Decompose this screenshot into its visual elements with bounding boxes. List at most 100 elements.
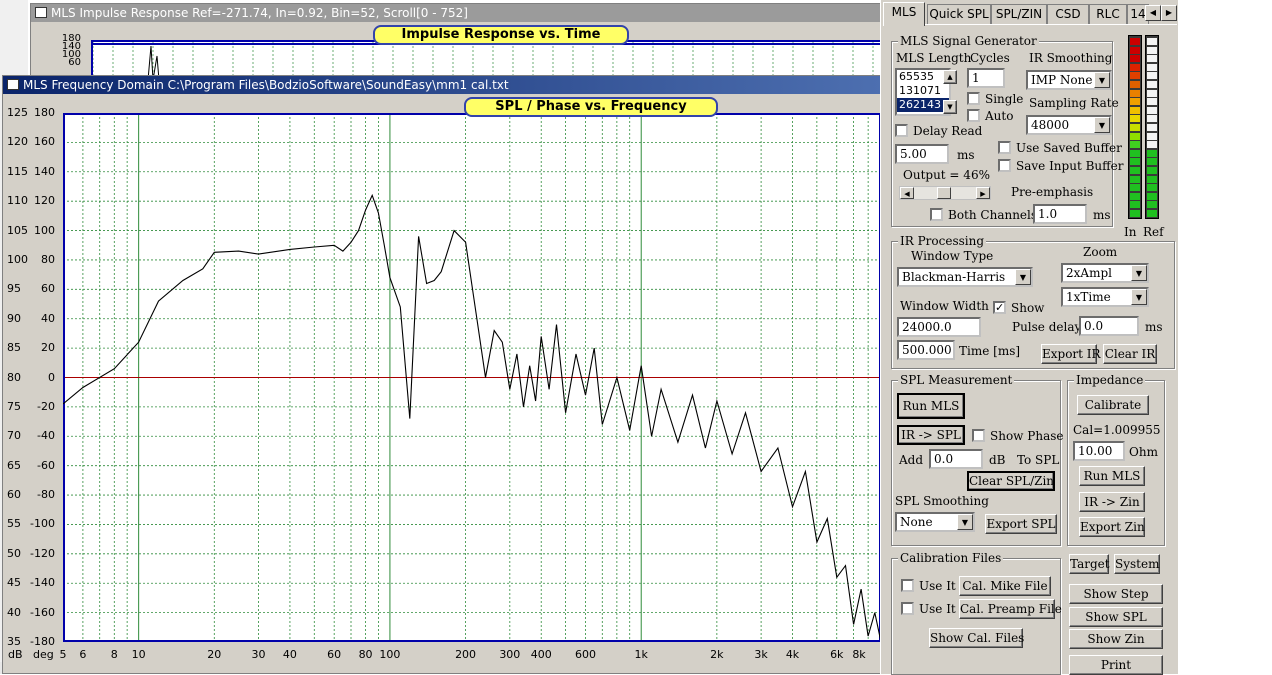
show-phase-label: Show Phase: [990, 429, 1064, 443]
calibrate-button[interactable]: Calibrate: [1077, 395, 1149, 415]
chevron-down-icon[interactable]: ▼: [1015, 269, 1031, 285]
impedance-ohm-input[interactable]: 10.00: [1073, 441, 1125, 461]
chevron-down-icon[interactable]: ▼: [1131, 289, 1147, 305]
db-axis-label: 125: [7, 106, 28, 119]
cal-mike-file-button[interactable]: Cal. Mike File: [959, 576, 1051, 596]
meter-segment: [1147, 158, 1157, 166]
pulse-delay-input[interactable]: 0.0: [1079, 316, 1139, 336]
zoom-amplitude-value: 2xAmpl: [1066, 266, 1112, 280]
sampling-rate-select[interactable]: 48000 ▼: [1026, 115, 1112, 135]
chevron-down-icon[interactable]: ▼: [1094, 117, 1110, 133]
input-level-meter: [1128, 35, 1142, 219]
window-type-select[interactable]: Blackman-Harris ▼: [897, 267, 1033, 287]
tab-scroll-left-icon[interactable]: ◀: [1145, 5, 1161, 21]
chevron-down-icon[interactable]: ▼: [1094, 72, 1110, 88]
show-step-button[interactable]: Show Step: [1069, 584, 1163, 604]
meter-segment: [1130, 192, 1140, 200]
impulse-plot-area[interactable]: [91, 40, 881, 77]
impulse-response-window[interactable]: MLS Impulse Response Ref=-271.74, In=0.9…: [30, 3, 882, 78]
frequency-domain-window[interactable]: MLS Frequency Domain C:\Program Files\Bo…: [2, 75, 882, 674]
tab-scroll-right-icon[interactable]: ▶: [1161, 5, 1177, 21]
window-width-input[interactable]: 24000.0: [897, 317, 981, 337]
use-mike-cal-checkbox[interactable]: [901, 579, 914, 592]
meter-segment: [1130, 46, 1140, 54]
meter-in-label: In: [1124, 225, 1137, 239]
spl-smoothing-select[interactable]: None ▼: [895, 512, 975, 532]
save-input-buffer-checkbox[interactable]: [998, 159, 1011, 172]
meter-segment: [1130, 141, 1140, 149]
chevron-down-icon[interactable]: ▼: [1131, 265, 1147, 281]
mls-control-panel: MLS Quick SPL SPL/ZIN CSD RLC 14 ◀ ▶ MLS…: [880, 0, 1178, 675]
phase-axis-label: 80: [41, 252, 55, 266]
mls-length-option-selected[interactable]: 262143: [897, 98, 949, 112]
db-axis-label: 70: [7, 429, 21, 443]
db-axis-label: 110: [7, 194, 28, 208]
clear-ir-button[interactable]: Clear IR: [1103, 344, 1157, 364]
ir-to-zin-button[interactable]: IR -> Zin: [1079, 492, 1145, 512]
chevron-down-icon[interactable]: ▼: [957, 514, 973, 530]
time-input[interactable]: 500.000: [897, 340, 955, 360]
show-cal-files-button[interactable]: Show Cal. Files: [929, 628, 1024, 648]
meter-segment: [1130, 72, 1140, 80]
zoom-time-select[interactable]: 1xTime ▼: [1061, 287, 1149, 307]
frequency-axis-label: 1k: [634, 648, 648, 661]
cal-preamp-file-button[interactable]: Cal. Preamp File: [959, 599, 1062, 619]
delay-read-checkbox[interactable]: [895, 124, 908, 137]
use-saved-buffer-checkbox[interactable]: [998, 141, 1011, 154]
meter-segment: [1147, 115, 1157, 123]
system-button[interactable]: System: [1114, 554, 1160, 574]
tab-csd[interactable]: CSD: [1047, 4, 1089, 24]
ir-to-spl-button[interactable]: IR -> SPL: [897, 425, 965, 445]
add-db-input[interactable]: 0.0: [929, 449, 983, 469]
phase-axis-label: 160: [34, 135, 55, 149]
db-unit-label: dB: [8, 648, 23, 661]
tab-spl-zin[interactable]: SPL/ZIN: [991, 4, 1047, 24]
ir-smoothing-select[interactable]: IMP None ▼: [1026, 70, 1112, 90]
pre-emphasis-input[interactable]: 1.0: [1033, 204, 1087, 224]
meter-segment: [1147, 89, 1157, 97]
db-axis-label: 45: [7, 576, 21, 590]
impulse-window-titlebar[interactable]: MLS Impulse Response Ref=-271.74, In=0.9…: [31, 4, 881, 22]
db-axis-label: 60: [7, 488, 21, 502]
slider-right-arrow-icon[interactable]: ▶: [976, 187, 990, 199]
show-zin-button[interactable]: Show Zin: [1069, 629, 1163, 649]
mls-length-option[interactable]: 65535: [897, 70, 949, 84]
tab-rlc[interactable]: RLC: [1089, 4, 1127, 24]
meter-segment: [1130, 158, 1140, 166]
show-spl-button[interactable]: Show SPL: [1069, 607, 1163, 627]
run-mls-impedance-button[interactable]: Run MLS: [1079, 466, 1145, 486]
delay-input[interactable]: 5.00: [895, 144, 949, 164]
single-checkbox[interactable]: [967, 92, 980, 105]
use-preamp-cal-checkbox[interactable]: [901, 602, 914, 615]
target-button[interactable]: Target: [1069, 554, 1110, 574]
zoom-amplitude-select[interactable]: 2xAmpl ▼: [1061, 263, 1149, 283]
show-window-checkbox[interactable]: ✓: [993, 301, 1006, 314]
export-zin-button[interactable]: Export Zin: [1079, 517, 1145, 537]
slider-left-arrow-icon[interactable]: ◀: [900, 187, 914, 199]
auto-checkbox[interactable]: [967, 109, 980, 122]
mls-down-arrow-icon[interactable]: ▼: [943, 100, 957, 114]
mls-up-arrow-icon[interactable]: ▲: [943, 70, 957, 84]
meter-segment: [1147, 210, 1157, 217]
frequency-window-titlebar[interactable]: MLS Frequency Domain C:\Program Files\Bo…: [3, 76, 881, 94]
print-button[interactable]: Print: [1069, 655, 1163, 675]
output-level-slider[interactable]: ◀ ▶: [899, 186, 991, 200]
mls-length-option[interactable]: 131071: [897, 84, 949, 98]
window-type-value: Blackman-Harris: [902, 270, 1006, 284]
clear-spl-zin-button[interactable]: Clear SPL/Zin: [967, 471, 1055, 491]
meter-segment: [1130, 89, 1140, 97]
sampling-rate-value: 48000: [1031, 118, 1070, 132]
export-ir-button[interactable]: Export IR: [1041, 344, 1101, 364]
tab-quick-spl[interactable]: Quick SPL: [927, 4, 991, 24]
phase-axis-label: -160: [30, 605, 55, 619]
db-axis-label: 55: [7, 517, 21, 531]
both-channels-checkbox[interactable]: [930, 208, 943, 221]
phase-axis-label: 20: [41, 341, 55, 355]
export-spl-button[interactable]: Export SPL: [985, 514, 1057, 534]
output-level-thumb[interactable]: [937, 187, 951, 199]
cycles-input[interactable]: 1: [967, 68, 1005, 88]
show-phase-checkbox[interactable]: [972, 429, 985, 442]
spl-phase-plot-area[interactable]: [63, 113, 881, 642]
run-mls-spl-button[interactable]: Run MLS: [897, 393, 965, 419]
tab-mls[interactable]: MLS: [883, 2, 925, 26]
